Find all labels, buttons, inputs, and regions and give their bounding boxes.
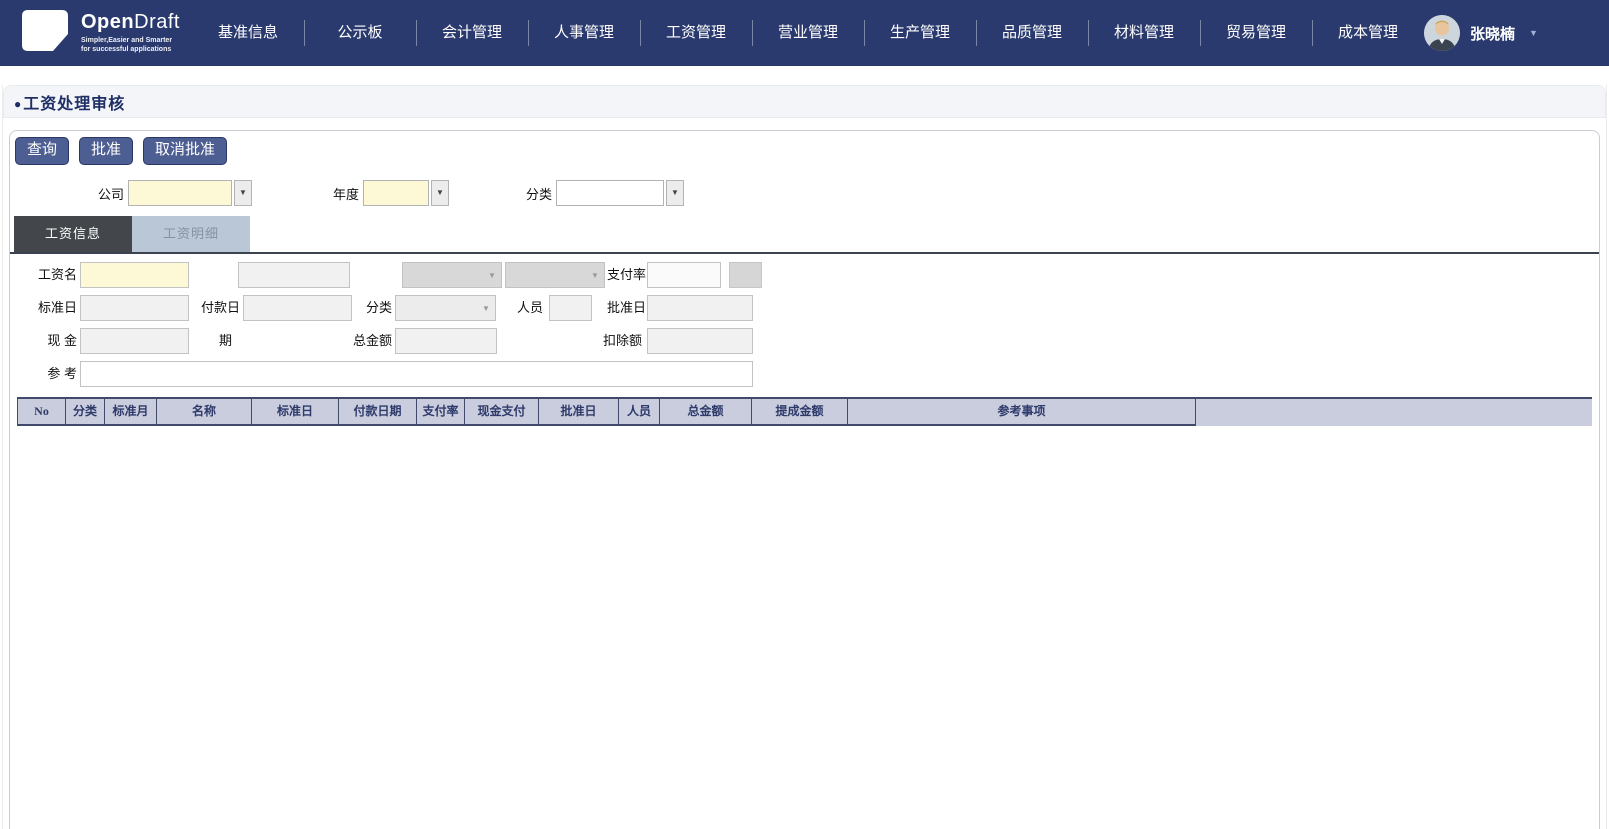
col-no: No [17,399,66,426]
top-navbar: OpenDraft Simpler,Easier and Smarter for… [0,0,1609,66]
col-commission-amount: 提成金额 [752,399,848,426]
nav-item-accounting[interactable]: 会计管理 [416,0,528,66]
nav-item-base-info[interactable]: 基准信息 [192,0,304,66]
brand-tagline-1: Simpler,Easier and Smarter [81,36,173,44]
col-total-amount: 总金额 [660,399,752,426]
page-title-bar: ●工资处理审核 [3,85,1606,118]
brand-tagline-2: for successful applications [81,46,172,53]
payment-date-label-line1: 付款日 [200,300,240,315]
col-name: 名称 [157,399,252,426]
user-menu[interactable]: 张晓楠 ▼ [1424,15,1609,51]
form-category-label: 分类 [365,300,392,315]
tab-strip: 工资信息 工资明细 [14,216,250,252]
salary-name-input[interactable] [80,262,189,288]
payment-date-input [243,295,352,321]
year-label: 年度 [332,186,359,202]
caret-down-icon: ▼ [1529,28,1538,38]
col-reference-notes: 参考事项 [848,399,1196,426]
salary-option-select-1: ▼ [402,262,502,288]
tab-divider [10,252,1599,254]
page-title: ●工资处理审核 [14,95,126,113]
query-button[interactable]: 查询 [15,137,70,165]
reference-input[interactable] [80,361,753,387]
year-dropdown-button[interactable]: ▼ [431,180,449,206]
col-standard-month: 标准月 [105,399,157,426]
company-label: 公司 [97,186,124,202]
personnel-input [549,295,592,321]
toolbar: 查询 批准 取消批准 [15,137,228,165]
cancel-approve-button[interactable]: 取消批准 [143,137,228,165]
category-filter: 分类 ▼ [518,180,684,206]
category-label: 分类 [525,186,552,202]
chevron-down-icon: ▼ [488,270,496,280]
nav-item-quality[interactable]: 品质管理 [976,0,1088,66]
company-dropdown-button[interactable]: ▼ [234,180,252,206]
reference-label: 参 考 [47,366,77,381]
nav-item-cost[interactable]: 成本管理 [1312,0,1424,66]
salary-name-sub-input [238,262,350,288]
logo-mark-icon [22,10,68,56]
chevron-down-icon: ▼ [436,188,444,197]
deduction-input [647,328,753,354]
approval-date-input [647,295,753,321]
form-category-select: ▼ [395,295,496,321]
cash-label: 现 金 [47,333,77,348]
pay-rate-input[interactable] [647,262,721,288]
brand-name-bold: Open [81,10,135,33]
approve-button[interactable]: 批准 [79,137,134,165]
year-filter: 年度 ▼ [325,180,449,206]
chevron-down-icon: ▼ [482,303,490,313]
results-table-header: No 分类 标准月 名称 标准日 付款日期 支付率 现金支付 批准日 人员 总金… [17,397,1592,426]
main-menu: 基准信息 公示板 会计管理 人事管理 工资管理 营业管理 生产管理 品质管理 材… [192,0,1424,66]
col-category: 分类 [66,399,105,426]
nav-item-payroll[interactable]: 工资管理 [640,0,752,66]
nav-item-trade[interactable]: 贸易管理 [1200,0,1312,66]
salary-option-select-2: ▼ [505,262,605,288]
content-area: ●工资处理审核 查询 批准 取消批准 公司 ▼ 年度 ▼ 分类 ▼ 工资信息 工… [2,85,1607,829]
personnel-label: 人员 [516,300,543,315]
category-input[interactable] [556,180,664,206]
avatar [1424,15,1460,51]
nav-item-production[interactable]: 生产管理 [864,0,976,66]
nav-item-hr[interactable]: 人事管理 [528,0,640,66]
tab-salary-info[interactable]: 工资信息 [14,216,132,252]
col-pay-rate: 支付率 [417,399,465,426]
pay-rate-label: 支付率 [606,267,646,282]
salary-name-label: 工资名 [37,267,77,282]
category-dropdown-button[interactable]: ▼ [666,180,684,206]
deduction-label: 扣除额 [602,333,642,348]
nav-item-materials[interactable]: 材料管理 [1088,0,1200,66]
brand-text: OpenDraft Simpler,Easier and Smarter for… [81,12,180,55]
total-amount-input [395,328,497,354]
pay-rate-spacer-box [729,262,762,288]
nav-item-sales[interactable]: 营业管理 [752,0,864,66]
standard-date-input [80,295,189,321]
brand-logo: OpenDraft Simpler,Easier and Smarter for… [0,10,180,56]
col-personnel: 人员 [619,399,660,426]
company-filter: 公司 ▼ [90,180,252,206]
year-input[interactable] [363,180,429,206]
title-bullet-icon: ● [14,96,23,111]
chevron-down-icon: ▼ [671,188,679,197]
total-amount-label: 总金额 [352,333,392,348]
tab-salary-detail[interactable]: 工资明细 [132,216,250,252]
cash-input [80,328,189,354]
nav-item-bulletin-board[interactable]: 公示板 [304,0,416,66]
col-approval-date: 批准日 [539,399,619,426]
col-cash-payment: 现金支付 [465,399,539,426]
standard-date-label: 标准日 [37,300,77,315]
approval-date-label: 批准日 [606,300,646,315]
chevron-down-icon: ▼ [239,188,247,197]
brand-name-light: Draft [134,10,180,33]
payment-date-label-line2: 期 [218,333,232,348]
user-name: 张晓楠 [1470,25,1516,43]
table-header-filler [1196,399,1592,426]
col-standard-date: 标准日 [252,399,339,426]
payroll-review-panel: 查询 批准 取消批准 公司 ▼ 年度 ▼ 分类 ▼ 工资信息 工资明细 工资名 … [9,130,1600,829]
company-input[interactable] [128,180,232,206]
col-payment-date: 付款日期 [339,399,417,426]
